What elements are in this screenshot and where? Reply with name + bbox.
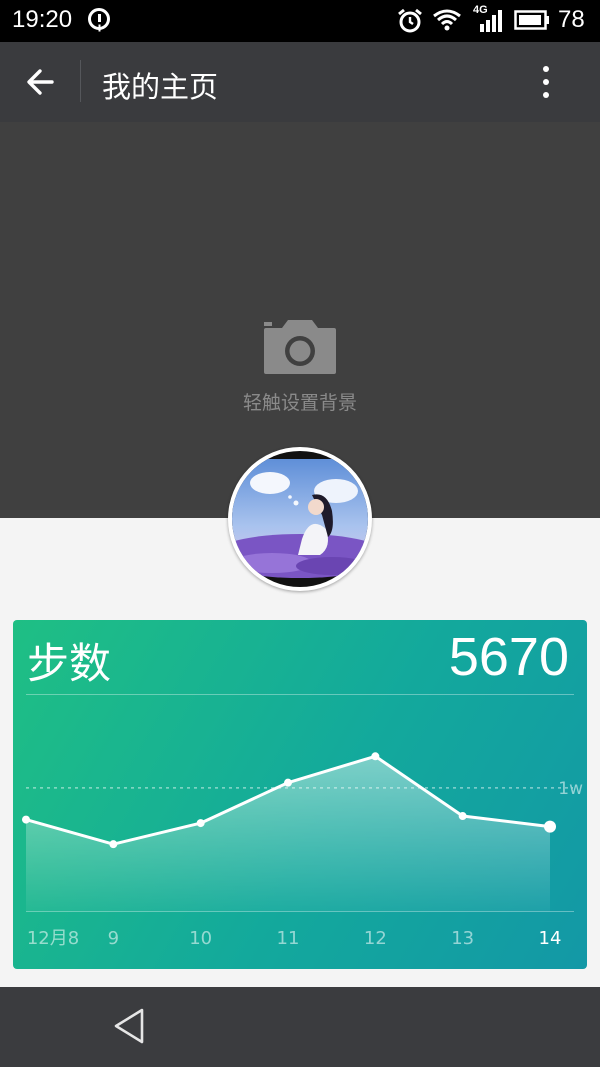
navigation-bar xyxy=(0,987,600,1067)
battery-icon xyxy=(514,10,549,30)
steps-point xyxy=(196,819,205,828)
steps-card[interactable]: 步数 5670 1w 12月8 9 10 11 12 13 14 xyxy=(13,620,587,969)
steps-point xyxy=(458,812,467,821)
status-bar: 19:20 4G 78 xyxy=(0,0,600,42)
steps-chart: 1w 12月8 9 10 11 12 13 14 xyxy=(22,752,583,949)
triangle-back-icon[interactable] xyxy=(110,1006,150,1046)
x-axis-label: 13 xyxy=(451,928,474,949)
wifi-icon xyxy=(433,9,461,31)
status-time: 19:20 xyxy=(12,6,73,33)
app-bar-divider xyxy=(80,60,81,102)
x-axis-label: 10 xyxy=(189,928,212,949)
alarm-icon xyxy=(398,8,422,33)
back-arrow-icon[interactable] xyxy=(22,62,62,102)
signal-icon xyxy=(480,10,502,32)
alert-icon xyxy=(88,8,110,30)
steps-point xyxy=(371,752,380,761)
avatar[interactable] xyxy=(228,447,372,591)
x-axis-label: 9 xyxy=(108,928,119,949)
more-dot-icon xyxy=(543,66,549,72)
battery-level: 78 xyxy=(558,6,585,33)
x-axis-label: 12月8 xyxy=(27,928,79,949)
more-options-button[interactable] xyxy=(530,62,562,102)
more-dot-icon xyxy=(543,79,549,85)
avatar-image xyxy=(232,451,368,587)
page-title: 我的主页 xyxy=(102,70,219,104)
steps-point xyxy=(22,815,30,824)
steps-point xyxy=(109,840,118,849)
x-axis-label: 12 xyxy=(364,928,387,949)
more-dot-icon xyxy=(543,92,549,98)
reference-label: 1w xyxy=(558,779,583,799)
x-axis-label: 14 xyxy=(539,928,562,949)
x-axis-label: 11 xyxy=(277,928,300,949)
steps-point xyxy=(544,820,556,833)
camera-icon[interactable] xyxy=(262,318,338,376)
steps-point xyxy=(284,778,292,787)
set-background-hint[interactable]: 轻触设置背景 xyxy=(0,388,600,415)
app-bar: 我的主页 xyxy=(0,42,600,122)
